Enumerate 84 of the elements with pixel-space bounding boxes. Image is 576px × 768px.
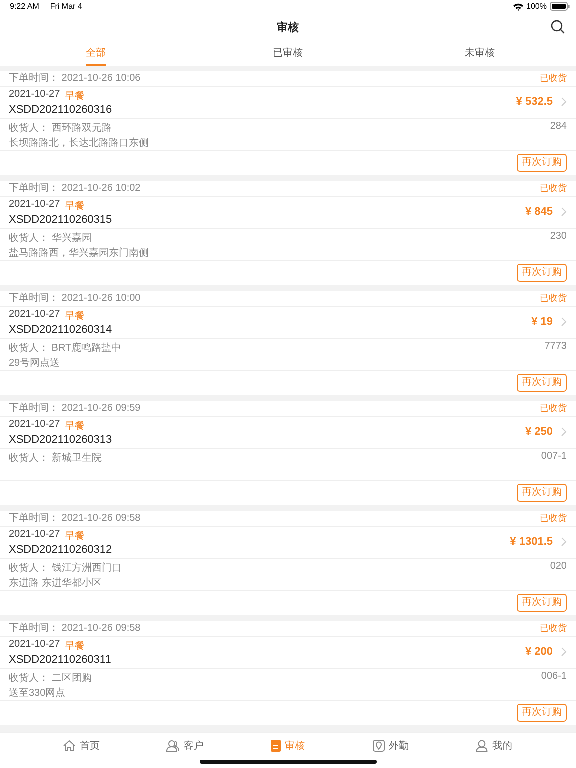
order-number: XSDD202110260311 <box>9 654 112 666</box>
receiver-address: 盐马路路西，华兴嘉园东门南侧 <box>9 246 149 258</box>
receiver-address: 东进路 东进华都小区 <box>9 576 102 588</box>
receiver-code: 020 <box>550 560 567 573</box>
chevron-icon[interactable] <box>561 207 567 218</box>
receiver-code: 284 <box>550 120 567 133</box>
chevron-icon[interactable] <box>561 427 567 438</box>
people-icon[interactable] <box>166 740 180 752</box>
order-number: XSDD202110260316 <box>9 104 114 116</box>
order-time: 下单时间： 2021-10-26 09:58 <box>9 512 141 526</box>
battery-percent: 100% <box>526 2 547 12</box>
reorder-button[interactable]: 再次订购 <box>517 704 567 722</box>
order-status: 已收货 <box>540 622 567 635</box>
order-amount: ¥ 250 <box>525 426 553 438</box>
receiver-code: 007-1 <box>541 450 567 463</box>
order-number: XSDD202110260314 <box>9 324 114 336</box>
tab-bar-item[interactable]: 我的 <box>492 739 512 754</box>
meal-tag: 早餐 <box>65 528 86 543</box>
tab-bar-item[interactable]: 首页 <box>80 739 100 754</box>
order-status: 已收货 <box>540 182 567 195</box>
meal-tag: 早餐 <box>65 418 86 433</box>
document-icon[interactable] <box>270 740 281 752</box>
receiver: 收货人： 华兴嘉园 <box>9 232 92 243</box>
meal-tag: 早餐 <box>65 88 86 103</box>
chevron-icon[interactable] <box>561 647 567 658</box>
receiver: 收货人： 二区团购 <box>9 672 92 683</box>
reorder-button[interactable]: 再次订购 <box>517 154 567 172</box>
delivery-date: 2021-10-27 <box>9 638 60 652</box>
reorder-button[interactable]: 再次订购 <box>517 594 567 612</box>
delivery-date: 2021-10-27 <box>9 88 60 102</box>
status-date: Fri Mar 4 <box>50 2 82 12</box>
meal-tag: 早餐 <box>65 198 86 213</box>
receiver: 收货人： 钱江方洲西门口 <box>9 562 122 573</box>
order-time: 下单时间： 2021-10-26 10:00 <box>9 292 141 306</box>
chevron-icon[interactable] <box>561 317 567 328</box>
order-status: 已收货 <box>540 72 567 85</box>
order-amount: ¥ 532.5 <box>516 96 553 108</box>
order-status: 已收货 <box>540 512 567 525</box>
order-amount: ¥ 200 <box>525 646 553 658</box>
meal-tag: 早餐 <box>65 638 86 653</box>
tab-bar-item[interactable]: 审核 <box>284 739 305 754</box>
receiver-address: 29号网点送 <box>9 356 60 368</box>
wifi-icon <box>512 2 524 11</box>
delivery-date: 2021-10-27 <box>9 418 60 432</box>
tab-bar-item[interactable]: 客户 <box>184 739 204 754</box>
order-time: 下单时间： 2021-10-26 09:59 <box>9 402 141 416</box>
receiver: 收货人： 西环路双元路 <box>9 122 112 133</box>
delivery-date: 2021-10-27 <box>9 308 60 322</box>
order-amount: ¥ 1301.5 <box>510 536 553 548</box>
house-icon[interactable] <box>63 740 76 752</box>
receiver-address: 长坝路路北，长达北路路口东侧 <box>9 136 149 148</box>
delivery-date: 2021-10-27 <box>9 528 60 542</box>
order-number: XSDD202110260315 <box>9 214 114 226</box>
reorder-button[interactable]: 再次订购 <box>517 374 567 392</box>
filter-tab[interactable]: 未审核 <box>465 42 495 66</box>
location-icon[interactable] <box>373 740 386 752</box>
person-icon[interactable] <box>476 740 488 752</box>
battery-icon <box>550 2 570 12</box>
chevron-icon[interactable] <box>561 537 567 548</box>
order-status: 已收货 <box>540 402 567 415</box>
filter-tab[interactable]: 已审核 <box>273 42 303 66</box>
receiver-code: 7773 <box>544 340 567 353</box>
meal-tag: 早餐 <box>65 308 86 323</box>
receiver-code: 230 <box>550 230 567 243</box>
tab-bar-item[interactable]: 外勤 <box>389 739 410 754</box>
receiver-address: 送至330网点 <box>9 686 66 698</box>
order-amount: ¥ 845 <box>525 206 553 218</box>
receiver: 收货人： BRT鹿鸣路盐中 <box>9 342 122 353</box>
search-icon[interactable] <box>551 20 565 34</box>
order-number: XSDD202110260312 <box>9 544 114 556</box>
order-time: 下单时间： 2021-10-26 10:06 <box>9 72 141 86</box>
status-time: 9:22 AM <box>10 2 40 12</box>
order-time: 下单时间： 2021-10-26 09:58 <box>9 622 141 636</box>
order-status: 已收货 <box>540 292 567 305</box>
delivery-date: 2021-10-27 <box>9 198 60 212</box>
order-number: XSDD202110260313 <box>9 434 114 446</box>
reorder-button[interactable]: 再次订购 <box>517 264 567 282</box>
receiver-code: 006-1 <box>541 670 567 683</box>
page-title: 审核 <box>277 20 299 36</box>
order-amount: ¥ 19 <box>532 316 553 328</box>
reorder-button[interactable]: 再次订购 <box>517 484 567 502</box>
receiver: 收货人： 新城卫生院 <box>9 452 102 463</box>
chevron-icon[interactable] <box>561 97 567 108</box>
order-time: 下单时间： 2021-10-26 10:02 <box>9 182 141 196</box>
